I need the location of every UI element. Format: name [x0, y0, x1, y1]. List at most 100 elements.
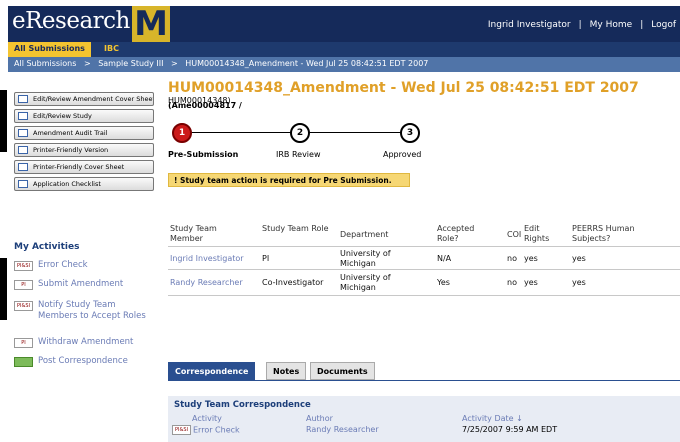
member-accepted: Yes [437, 278, 450, 287]
activity-label: Error Check [38, 260, 88, 270]
button-label: Application Checklist [33, 180, 101, 188]
logo-text: eResearch [12, 8, 130, 34]
member-accepted: N/A [437, 254, 452, 263]
correspondence-heading: Study Team Correspondence [174, 400, 311, 410]
printer-friendly-cover-sheet-button[interactable]: Printer-Friendly Cover Sheet [14, 160, 154, 174]
col-header-edit-rights: Edit Rights [524, 224, 550, 243]
printer-icon [18, 163, 28, 171]
top-header: eResearch M Ingrid Investigator | My Home |… [8, 6, 680, 42]
tab-notes[interactable]: Notes [266, 362, 307, 380]
correspondence-icon [14, 357, 33, 367]
activity-label: Withdraw Amendment [38, 337, 134, 347]
activity-withdraw-amendment[interactable]: PI Withdraw Amendment [14, 337, 154, 348]
left-edge-bar [0, 258, 7, 320]
col-header-coi: COI [507, 230, 522, 239]
member-department: University of Michigan [340, 249, 391, 268]
checklist-icon [18, 180, 28, 188]
breadcrumb-separator: > [83, 59, 91, 68]
col-header-accepted: Accepted Role? [437, 224, 475, 243]
breadcrumb-all-submissions[interactable]: All Submissions [14, 59, 76, 68]
correspondence-activity[interactable]: PI&SI Error Check [172, 425, 240, 435]
breadcrumb-study[interactable]: Sample Study III [98, 59, 163, 68]
role-badge-icon: PI [14, 280, 33, 290]
member-edit-rights: yes [524, 254, 538, 263]
correspondence-panel: Study Team Correspondence Activity Autho… [168, 396, 680, 442]
application-checklist-button[interactable]: Application Checklist [14, 177, 154, 191]
document-icon [18, 129, 28, 137]
col-header-member: Study Team Member [170, 224, 217, 243]
breadcrumb-separator: > [171, 59, 178, 68]
nav-separator: | [640, 20, 644, 30]
my-home-link[interactable]: My Home [590, 20, 633, 30]
button-label: Amendment Audit Trail [33, 129, 108, 137]
tab-documents[interactable]: Documents [310, 362, 375, 380]
button-label: Edit/Review Study [33, 112, 92, 120]
member-name-link[interactable]: Randy Researcher [170, 278, 243, 288]
sort-arrow-icon: ↓ [516, 414, 523, 423]
logoff-link[interactable]: Logof [651, 20, 676, 30]
member-role: PI [262, 254, 270, 263]
my-activities-heading: My Activities [14, 242, 80, 252]
correspondence-author[interactable]: Randy Researcher [306, 425, 379, 434]
user-nav: Ingrid Investigator | My Home | Logof [484, 20, 680, 30]
module-tabbar: All Submissions IBC [8, 42, 680, 57]
member-department: University of Michigan [340, 273, 391, 292]
member-coi: no [507, 278, 517, 287]
step-label-irb-review: IRB Review [276, 150, 321, 159]
page-title: HUM00014348_Amendment - Wed Jul 25 08:42… [168, 80, 678, 114]
activity-label: Post Correspondence [38, 356, 128, 366]
table-divider [168, 295, 680, 296]
step-approved: 3 [400, 123, 420, 143]
activity-label: Submit Amendment [38, 279, 124, 289]
activity-post-correspondence[interactable]: Post Correspondence [14, 356, 154, 367]
member-role: Co-Investigator [262, 278, 324, 287]
col-header-department: Department [340, 230, 389, 239]
activity-error-check[interactable]: PI&SI Error Check [14, 260, 154, 271]
breadcrumb: All Submissions > Sample Study III > HUM… [8, 57, 680, 72]
col-header-author[interactable]: Author [306, 414, 333, 423]
document-icon [18, 112, 28, 120]
correspondence-activity-link[interactable]: Error Check [193, 426, 240, 435]
col-header-role: Study Team Role [262, 224, 329, 233]
amendment-audit-trail-button[interactable]: Amendment Audit Trail [14, 126, 154, 140]
member-edit-rights: yes [524, 278, 538, 287]
role-badge-icon: PI&SI [172, 425, 191, 435]
warning-text: Study team action is required for Pre Su… [180, 176, 392, 185]
step-pre-submission: 1 [172, 123, 192, 143]
user-name: Ingrid Investigator [487, 20, 571, 30]
tab-all-submissions[interactable]: All Submissions [8, 42, 91, 57]
role-badge-icon: PI [14, 338, 33, 348]
breadcrumb-current: HUM00014348_Amendment - Wed Jul 25 08:42… [185, 59, 429, 68]
warning-icon: ! [174, 176, 178, 185]
col-header-activity-date[interactable]: Activity Date ↓ [462, 414, 523, 423]
button-label: Printer-Friendly Cover Sheet [33, 163, 125, 171]
member-name-link[interactable]: Ingrid Investigator [170, 254, 244, 264]
document-icon [18, 95, 28, 103]
member-coi: no [507, 254, 517, 263]
col-header-peerrs: PEERRS Human Subjects? [572, 224, 635, 243]
step-label-approved: Approved [383, 150, 422, 159]
step-label-pre-submission: Pre-Submission [168, 150, 239, 159]
role-badge-icon: PI&SI [14, 261, 33, 271]
tab-ibc[interactable]: IBC [104, 44, 119, 53]
step-irb-review: 2 [290, 123, 310, 143]
edit-amendment-cover-sheet-button[interactable]: Edit/Review Amendment Cover Sheet [14, 92, 154, 106]
role-badge-icon: PI&SI [14, 301, 33, 311]
submission-id-line2: HUM00014348) [168, 96, 231, 105]
sidebar-actions: Edit/Review Amendment Cover Sheet Edit/R… [14, 92, 154, 194]
edit-review-study-button[interactable]: Edit/Review Study [14, 109, 154, 123]
button-label: Edit/Review Amendment Cover Sheet [33, 95, 154, 103]
activity-submit-amendment[interactable]: PI Submit Amendment [14, 279, 154, 290]
activity-date-label: Activity Date [462, 414, 514, 423]
col-header-activity[interactable]: Activity [192, 414, 222, 423]
submission-title: HUM00014348_Amendment - Wed Jul 25 08:42… [168, 80, 639, 96]
left-edge-bar [0, 90, 7, 152]
tab-correspondence[interactable]: Correspondence [168, 362, 256, 380]
printer-icon [18, 146, 28, 154]
university-logo-mark: M [132, 6, 170, 42]
action-required-banner: ! Study team action is required for Pre … [168, 173, 410, 187]
printer-friendly-version-button[interactable]: Printer-Friendly Version [14, 143, 154, 157]
tab-underline [168, 380, 680, 381]
activity-notify-team[interactable]: PI&SI Notify Study Team Members to Accept… [14, 300, 154, 322]
table-divider [168, 269, 680, 270]
